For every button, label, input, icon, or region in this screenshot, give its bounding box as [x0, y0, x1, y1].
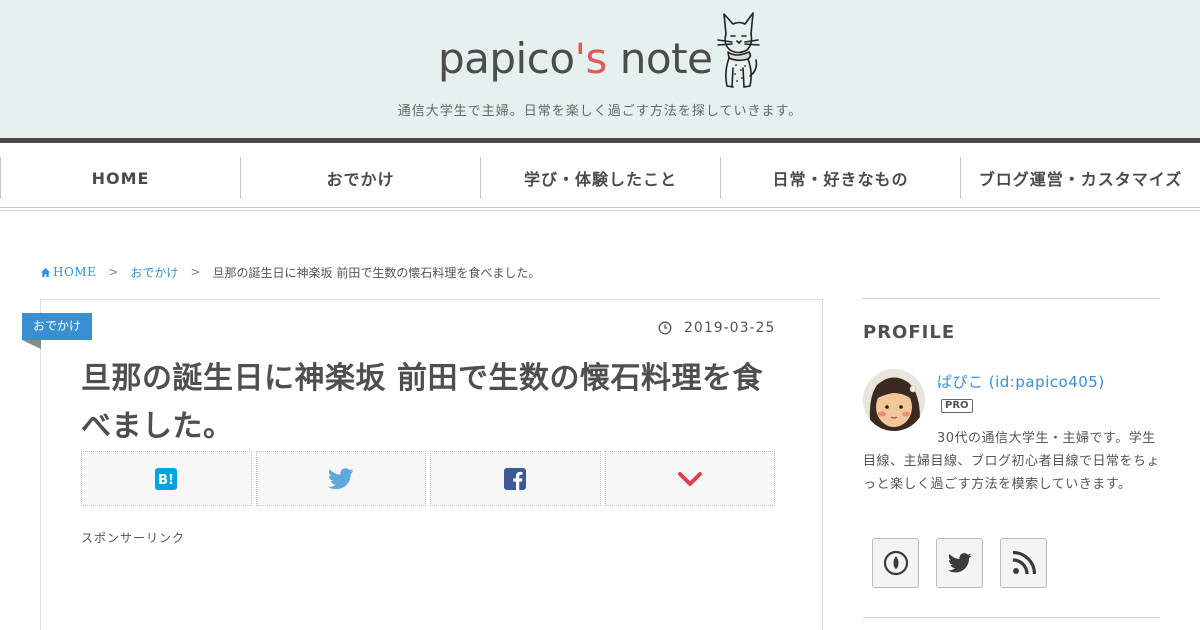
header-divider [0, 138, 1200, 143]
clock-icon [658, 321, 672, 335]
avatar-illustration-icon [863, 369, 925, 431]
profile-name-link[interactable]: ぱぴこ (id:papico405) [937, 371, 1105, 392]
rss-icon [1012, 551, 1036, 575]
hatena-bookmark-share-button[interactable]: B! [81, 451, 252, 506]
post-date-text: 2019-03-25 [684, 320, 776, 336]
facebook-share-button[interactable] [430, 451, 601, 506]
sidebar-divider-top [863, 298, 1160, 299]
article-card: おでかけ 2019-03-25 旦那の誕生日に神楽坂 前田で生数の懐石料理を食べ… [22, 299, 823, 630]
site-tagline: 通信大学生で主婦。日常を楽しく過ごす方法を探していきます。 [397, 104, 803, 119]
breadcrumb-home-link[interactable]: HOME [40, 265, 96, 279]
twitter-profile-button[interactable] [936, 538, 983, 588]
svg-text:B!: B! [158, 473, 174, 488]
sponsor-label: スポンサーリンク [81, 531, 186, 545]
twitter-share-button[interactable] [255, 451, 426, 506]
twitter-icon [947, 553, 972, 573]
avatar[interactable] [863, 369, 925, 431]
breadcrumb-home-label: HOME [53, 265, 97, 279]
sidebar-profile: PROFILE ぱぴこ (id:papico405) PRO 30代の通信大学生… [863, 298, 1160, 630]
site-logo[interactable]: papico's note [438, 10, 768, 92]
post-title: 旦那の誕生日に神楽坂 前田で生数の懐石料理を食べました。 [81, 361, 763, 444]
nav-item-nichijou[interactable]: 日常・好きなもの [720, 157, 960, 199]
category-badge[interactable]: おでかけ [22, 313, 93, 340]
pocket-icon [677, 471, 702, 486]
nav-item-blog-customize[interactable]: ブログ運営・カスタマイズ [960, 157, 1200, 199]
hatena-blog-icon [883, 550, 908, 576]
category-badge-fold [22, 340, 41, 349]
hatena-bookmark-icon: B! [155, 467, 178, 490]
global-nav: HOME おでかけ 学び・体験したこと 日常・好きなもの ブログ運営・カスタマイ… [0, 157, 1200, 201]
twitter-icon [327, 467, 354, 489]
home-icon [40, 267, 51, 277]
hatena-blog-button[interactable] [872, 538, 919, 588]
breadcrumb-current: 旦那の誕生日に神楽坂 前田で生数の懐石料理を食べました。 [212, 265, 541, 280]
breadcrumb: HOME > おでかけ > 旦那の誕生日に神楽坂 前田で生数の懐石料理を食べまし… [40, 263, 540, 281]
pro-badge: PRO [941, 399, 973, 413]
breadcrumb-separator: > [108, 265, 119, 279]
share-buttons: B! [81, 451, 775, 506]
cat-illustration-icon [717, 12, 760, 88]
post-date: 2019-03-25 [658, 320, 775, 336]
nav-item-odekake[interactable]: おでかけ [240, 157, 480, 199]
sidebar-heading: PROFILE [863, 322, 956, 343]
nav-divider-secondary [0, 210, 1200, 211]
nav-divider [0, 207, 1200, 208]
nav-item-home[interactable]: HOME [0, 157, 240, 199]
profile-social-links [872, 538, 1047, 588]
breadcrumb-category-link[interactable]: おでかけ [130, 264, 178, 281]
facebook-icon [504, 467, 527, 490]
breadcrumb-separator: > [190, 265, 201, 279]
logo-text[interactable]: papico's note [438, 34, 713, 83]
site-header: papico's note 通信大学生で主婦。日常を楽しく過ごす方法を探していき… [0, 0, 1200, 138]
nav-item-manabi[interactable]: 学び・体験したこと [480, 157, 720, 199]
profile-description: 30代の通信大学生・主婦です。学生目線、主婦目線、ブログ初心者目線で日常をちょっ… [863, 431, 1161, 492]
rss-feed-button[interactable] [1000, 538, 1047, 588]
pocket-share-button[interactable] [604, 451, 775, 506]
sidebar-divider-bottom [863, 617, 1160, 618]
